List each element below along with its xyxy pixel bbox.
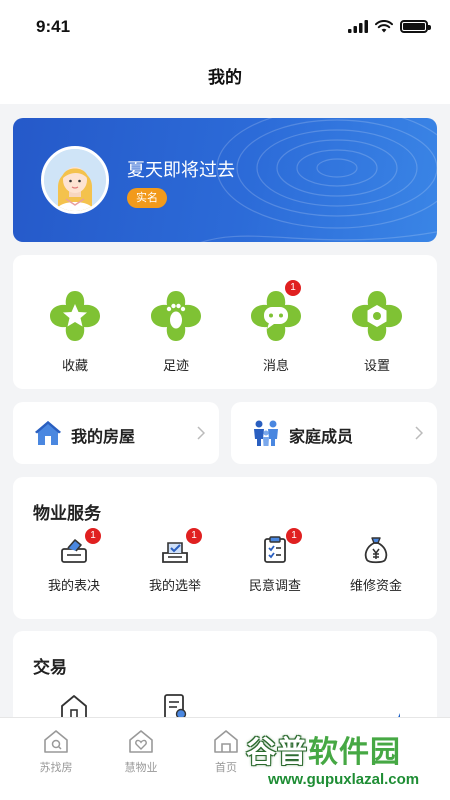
- watermark-url: www.gupuxlazal.com: [268, 771, 420, 788]
- election-badge: 1: [185, 527, 203, 545]
- avatar[interactable]: [41, 146, 109, 214]
- chevron-right-icon: [415, 426, 423, 440]
- service-label: 维修资金: [349, 579, 402, 594]
- quick-label: 消息: [262, 359, 289, 374]
- house-icon: [35, 421, 61, 445]
- battery-icon: [400, 20, 431, 33]
- heart-house-icon: [129, 730, 153, 753]
- quick-item-footprints[interactable]: 足迹: [141, 287, 211, 374]
- tab-label: 苏找房: [39, 761, 73, 774]
- vote-badge: 1: [84, 527, 102, 545]
- house-search-icon: [44, 730, 68, 753]
- service-label: 我的选举: [148, 579, 201, 594]
- service-label: 我的表决: [47, 579, 100, 594]
- quick-actions-card: 收藏 足迹 1 消息 设置: [13, 255, 437, 389]
- profile-card[interactable]: 夏天即将过去 实名: [13, 118, 437, 242]
- survey-badge: 1: [285, 527, 303, 545]
- avatar-girl-icon: [44, 149, 106, 211]
- nav-bar: 我的: [0, 56, 450, 104]
- family-members-card[interactable]: 家庭成员: [231, 402, 437, 464]
- service-item-repair-fund[interactable]: 维修资金: [332, 535, 420, 594]
- quick-label: 设置: [363, 359, 390, 374]
- chevron-right-icon: [197, 426, 205, 440]
- service-item-vote[interactable]: 1 我的表决: [30, 527, 118, 594]
- section-title-trade: 交易: [33, 658, 67, 678]
- status-bar: 9:41: [0, 0, 450, 56]
- star-icon: [50, 291, 100, 341]
- service-item-election[interactable]: 1 我的选举: [131, 527, 219, 594]
- quick-label: 收藏: [61, 359, 88, 374]
- watermark-title-part2: 软件园: [308, 735, 401, 770]
- gear-icon: [352, 291, 402, 341]
- service-item-survey[interactable]: 1 民意调查: [231, 527, 319, 594]
- wifi-icon: [375, 20, 393, 33]
- my-house-card[interactable]: 我的房屋: [13, 402, 219, 464]
- document-icon[interactable]: [160, 693, 190, 719]
- watermark-title: 谷普软件园: [246, 727, 401, 771]
- verified-badge: 实名: [127, 188, 167, 208]
- user-name: 夏天即将过去: [127, 160, 235, 181]
- tab-house-search[interactable]: 苏找房: [21, 728, 91, 775]
- service-label: 民意调查: [248, 579, 301, 594]
- money-bag-icon: [364, 537, 388, 564]
- quick-item-settings[interactable]: 设置: [342, 287, 412, 374]
- quick-item-favorites[interactable]: 收藏: [40, 287, 110, 374]
- tab-label: 慧物业: [124, 761, 158, 774]
- watermark: 谷普软件园 www.gupuxlazal.com: [246, 727, 446, 797]
- my-house-label: 我的房屋: [71, 427, 136, 446]
- page-title: 我的: [208, 68, 242, 88]
- status-time: 9:41: [36, 17, 71, 36]
- tab-property[interactable]: 慧物业: [106, 728, 176, 775]
- quick-item-messages[interactable]: 1 消息: [241, 279, 311, 374]
- quick-label: 足迹: [162, 359, 189, 374]
- house-outline-icon[interactable]: [59, 693, 89, 719]
- family-icon: [254, 420, 278, 446]
- home-icon: [214, 730, 238, 753]
- section-title-property-service: 物业服务: [33, 504, 101, 524]
- property-service-card: 物业服务 1 我的表决 1 我的选举 1 民意调查 维修资金: [13, 477, 437, 619]
- family-members-label: 家庭成员: [289, 427, 354, 446]
- signal-icon: [348, 20, 368, 33]
- message-badge: 1: [284, 279, 302, 297]
- footprint-icon: [151, 291, 201, 341]
- watermark-title-part1: 谷普: [246, 735, 308, 770]
- status-icons: [348, 20, 431, 33]
